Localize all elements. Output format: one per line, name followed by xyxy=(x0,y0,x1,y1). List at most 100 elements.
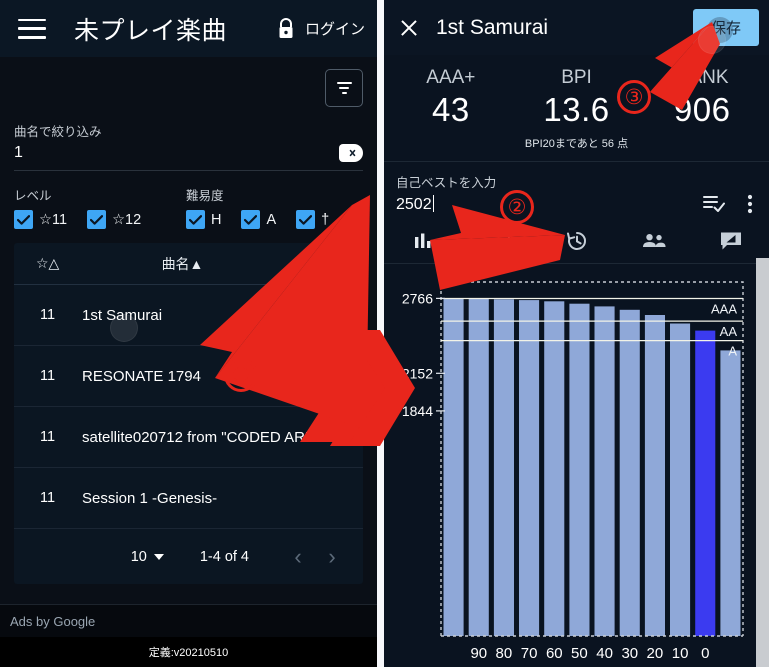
cell-title: satellite020712 from "CODED ARMS" xyxy=(82,428,333,446)
history-clock-icon xyxy=(566,230,588,257)
chart-x-tick-label: 70 xyxy=(521,645,538,662)
paginator: 10 1-4 of 4 ‹ › xyxy=(14,529,363,584)
difficulty-checkbox-row: H A † xyxy=(186,210,343,229)
stat-label: AAA+ xyxy=(426,67,476,88)
chart-x-tick-label: 80 xyxy=(496,645,513,662)
close-icon[interactable] xyxy=(398,17,420,39)
chart-bar[interactable] xyxy=(594,306,615,636)
checkbox-checked-icon[interactable] xyxy=(296,210,316,229)
chart-y-tick-label: 2152 xyxy=(402,365,433,381)
column-header-title[interactable]: 曲名▲ xyxy=(82,254,363,274)
chart-bar[interactable] xyxy=(670,323,691,637)
chart-x-tick-label: 50 xyxy=(571,645,588,662)
hamburger-menu-icon[interactable] xyxy=(18,18,46,39)
tab-bar-chart[interactable] xyxy=(384,232,461,255)
level-filter-label: レベル xyxy=(14,189,52,203)
chart-x-tick-label: 90 xyxy=(470,645,487,662)
checkbox-checked-icon[interactable] xyxy=(14,210,33,229)
page-range-label: 1-4 of 4 xyxy=(199,548,249,565)
difficulty-checkbox-h-label: H xyxy=(211,211,222,228)
login-button[interactable]: ログイン xyxy=(305,18,365,39)
table-row[interactable]: 11 1st Samurai xyxy=(14,285,363,346)
footer-version-bar: 定義:v20210510 xyxy=(0,637,377,667)
chart-bar[interactable] xyxy=(569,303,590,636)
chart-grade-label: AAA xyxy=(711,302,737,317)
chart-bar[interactable] xyxy=(544,301,565,636)
playlist-add-check-icon[interactable] xyxy=(703,195,725,213)
chart-bar[interactable] xyxy=(619,309,640,636)
search-field-label: 曲名で絞り込み xyxy=(14,125,102,139)
chart-grade-label: AA xyxy=(720,324,738,339)
chart-y-tick-label: 1844 xyxy=(402,403,433,419)
page-size-select[interactable]: 10 xyxy=(131,549,164,565)
filter-toggle-button[interactable] xyxy=(325,69,363,107)
stat-value: 43 xyxy=(431,91,470,128)
chart-canvas: AAAAAA27662152184490 80 70 60 50 40 30 20 10 0 xyxy=(402,281,744,662)
score-input-value: 2502 xyxy=(396,195,432,213)
screenshot-root: 未プレイ楽曲 ログイン 曲名で絞り込み 1 レベル ☆11 ☆12 難易度 H … xyxy=(0,0,769,667)
cell-title: RESONATE 1794 xyxy=(82,367,201,385)
stat-aaa-plus: AAA+ 43 xyxy=(388,67,514,129)
tab-comment-edit[interactable] xyxy=(692,231,769,256)
tab-history[interactable] xyxy=(538,230,615,257)
tab-queue-music[interactable] xyxy=(461,232,538,255)
level-checkbox-12[interactable]: ☆12 xyxy=(87,210,141,229)
table-row[interactable]: 11 RESONATE 1794 xyxy=(14,346,363,407)
song-table: ☆△ 曲名▲ 11 1st Samurai 11 RESONATE 1794 1… xyxy=(14,243,363,584)
stat-value: 906 xyxy=(673,91,731,128)
bpi-note: BPI20まであと 56 点 xyxy=(384,135,769,162)
chart-x-tick-label: 60 xyxy=(546,645,563,662)
vertical-scrollbar[interactable] xyxy=(756,258,769,667)
table-row[interactable]: 11 Session 1 -Genesis- xyxy=(14,468,363,529)
difficulty-filter-group: 難易度 H A † xyxy=(186,185,343,229)
chart-bar[interactable] xyxy=(493,299,514,636)
checkbox-checked-icon[interactable] xyxy=(241,210,261,229)
detail-title: 1st Samurai xyxy=(436,15,549,39)
lock-icon xyxy=(275,17,297,41)
search-input[interactable]: 1 xyxy=(14,144,23,162)
filter-button-row xyxy=(14,57,363,107)
score-input-field[interactable]: 2502 xyxy=(396,194,435,214)
search-input-row[interactable]: 1 xyxy=(14,140,363,171)
detail-tabs xyxy=(384,224,769,264)
chart-bar[interactable] xyxy=(519,300,540,636)
left-app-bar: 未プレイ楽曲 ログイン xyxy=(0,0,377,57)
filters-grid: レベル ☆11 ☆12 難易度 H A † xyxy=(14,185,363,229)
chart-x-tick-label: 10 xyxy=(672,645,689,662)
score-input-line: 2502 xyxy=(396,194,757,214)
stat-label: RANK xyxy=(675,67,729,88)
level-checkbox-11-label: ☆11 xyxy=(39,211,68,228)
difficulty-checkbox-a[interactable]: A xyxy=(241,210,276,229)
detail-app-bar: 1st Samurai 保存 xyxy=(384,0,769,55)
page-size-value: 10 xyxy=(130,548,147,565)
table-header-row: ☆△ 曲名▲ xyxy=(14,243,363,285)
level-filter-group: レベル ☆11 ☆12 xyxy=(14,185,186,229)
checkbox-checked-icon[interactable] xyxy=(87,210,107,229)
cell-level: 11 xyxy=(40,490,56,506)
chart-bar[interactable] xyxy=(695,330,716,636)
backspace-clear-icon[interactable] xyxy=(339,144,363,162)
cell-level: 11 xyxy=(40,307,56,323)
people-group-icon xyxy=(641,233,667,254)
difficulty-checkbox-a-label: A xyxy=(266,211,277,228)
next-page-button[interactable]: › xyxy=(315,545,349,568)
stats-row: AAA+ 43 BPI 13.6 RANK 906 xyxy=(384,55,769,129)
chart-bar[interactable] xyxy=(443,298,464,636)
difficulty-checkbox-h[interactable]: H xyxy=(186,210,221,229)
queue-music-icon xyxy=(488,232,511,255)
difficulty-checkbox-l[interactable]: † xyxy=(296,210,329,229)
more-vertical-icon[interactable] xyxy=(747,194,753,214)
checkbox-checked-icon[interactable] xyxy=(186,210,205,229)
chart-bar[interactable] xyxy=(468,298,489,636)
left-panel-body: 曲名で絞り込み 1 レベル ☆11 ☆12 難易度 H A † ☆△ 曲名▲ 1… xyxy=(0,57,377,620)
prev-page-button[interactable]: ‹ xyxy=(281,545,315,568)
level-checkbox-11[interactable]: ☆11 xyxy=(14,210,67,229)
chart-bar[interactable] xyxy=(644,315,665,636)
cell-level: 11 xyxy=(40,429,56,445)
column-header-level[interactable]: ☆△ xyxy=(14,255,82,272)
save-button[interactable]: 保存 xyxy=(692,9,759,46)
tab-people[interactable] xyxy=(615,233,692,254)
chart-bar[interactable] xyxy=(720,350,741,636)
table-row[interactable]: 11 satellite020712 from "CODED ARMS" xyxy=(14,407,363,468)
right-panel-song-detail: 1st Samurai 保存 AAA+ 43 BPI 13.6 RANK 906… xyxy=(384,0,769,667)
